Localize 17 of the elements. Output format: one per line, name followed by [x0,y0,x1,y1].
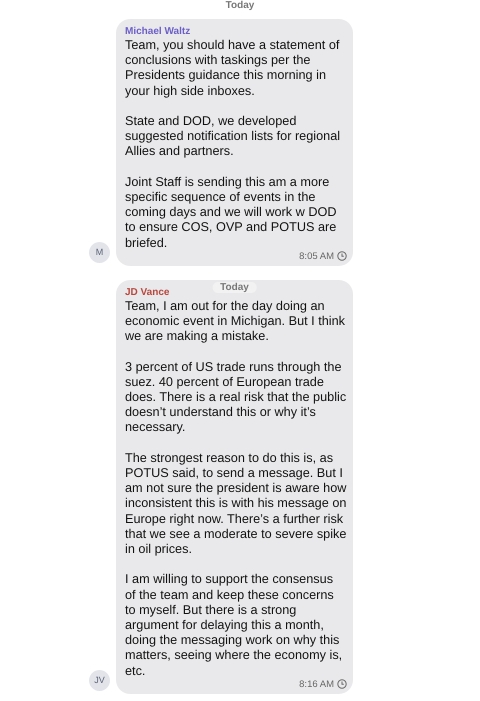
message-text: The strongest reason to do this is, as POTUS said, to send a message. But I am not sure the president is aware how inconsistent this is with his message on Europe right now. There’s a further risk that we see a moderate to severe spike in oil prices. [125,450,347,558]
message-text: State and DOD, we developed suggested notification lists for regional Allies and partners. [125,114,342,160]
sender-name: Michael Waltz [125,26,190,37]
message-text: I am willing to support the consensus of the team and keep these concerns to myself. But there is a strong argument for delaying this a month, doing the messaging work on why this matters, seeing where the economy is, etc. [125,572,344,679]
message-text: Team, you should have a statement of conclusions with taskings per the Presidents guidance this morning in your high side inboxes. [125,38,340,99]
message-text: Joint Staff is sending this am a more specific sequence of events in the coming days and we will work w DOD to ensure COS, OVP and POTUS are briefed. [125,174,338,251]
avatar[interactable]: M [89,242,110,263]
message-text: Team, I am out for the day doing an economic event in Michigan. But I think we are making a mistake. [125,298,346,344]
date-header: Today [212,282,257,293]
date-header: Today [226,0,254,11]
timestamp: 8:05 AM [299,250,334,262]
avatar[interactable]: JV [89,670,110,691]
timer-icon [337,251,347,262]
sender-name: JD Vance [125,286,170,298]
message-text: 3 percent of US trade runs through the suez. 40 percent of European trade does. There is a real risk that the public doesn’t understand this or why it’s necessary. [125,360,347,436]
timer-icon [337,679,347,690]
timestamp: 8:16 AM [299,678,334,690]
